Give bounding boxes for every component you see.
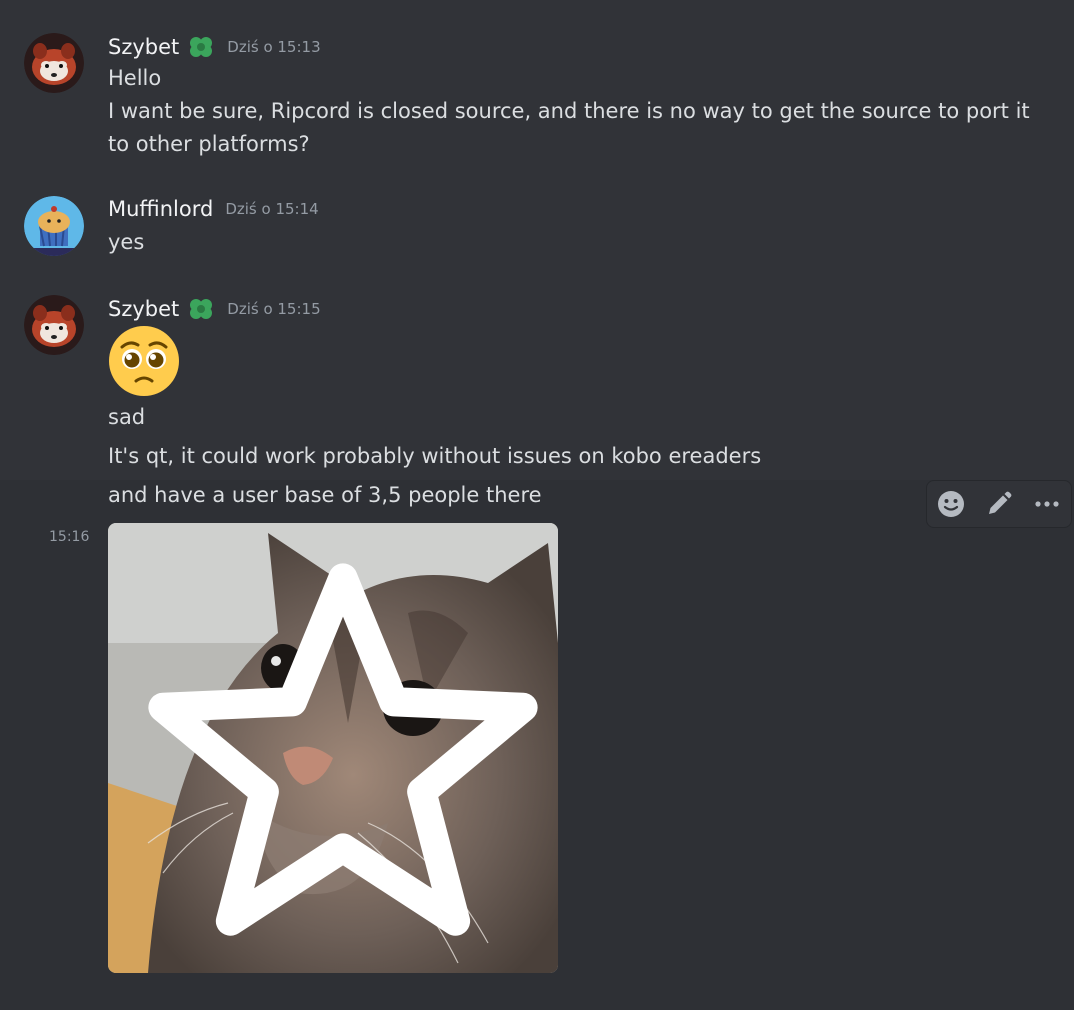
- image-attachment[interactable]: [108, 523, 558, 973]
- favorite-star-icon[interactable]: [118, 533, 558, 973]
- avatar[interactable]: [24, 295, 84, 355]
- red-panda-avatar-icon: [24, 33, 84, 93]
- more-icon: [1035, 501, 1059, 507]
- muffin-avatar-icon: [24, 196, 84, 256]
- message-text: I want be sure, Ripcord is closed source…: [108, 99, 1030, 123]
- message-text: to other platforms?: [108, 132, 310, 156]
- message-text: It's qt, it could work probably without …: [108, 444, 762, 468]
- red-panda-avatar-icon: [24, 295, 84, 355]
- timestamp[interactable]: Dziś o 15:13: [227, 38, 320, 56]
- message-text: yes: [108, 230, 145, 254]
- more-options-button[interactable]: [1027, 484, 1067, 524]
- message-text: sad: [108, 405, 146, 429]
- timestamp[interactable]: Dziś o 15:15: [227, 300, 320, 318]
- message-text: and have a user base of 3,5 people there: [108, 483, 542, 507]
- message-actions-toolbar: [926, 480, 1072, 528]
- pleading-face-emoji-icon: [109, 326, 179, 396]
- message-text: Hello: [108, 66, 162, 90]
- username[interactable]: Szybet: [108, 297, 179, 321]
- clover-role-icon: [190, 37, 213, 57]
- avatar[interactable]: [24, 33, 84, 93]
- clover-role-icon: [190, 299, 213, 319]
- edit-button[interactable]: [979, 484, 1019, 524]
- add-reaction-button[interactable]: [931, 484, 971, 524]
- add-reaction-icon: [938, 491, 964, 517]
- edit-icon: [989, 491, 1012, 514]
- timestamp[interactable]: Dziś o 15:14: [225, 200, 318, 218]
- hover-timestamp[interactable]: 15:16: [49, 529, 89, 545]
- username[interactable]: Muffinlord: [108, 197, 213, 221]
- avatar[interactable]: [24, 196, 84, 256]
- username[interactable]: Szybet: [108, 35, 179, 59]
